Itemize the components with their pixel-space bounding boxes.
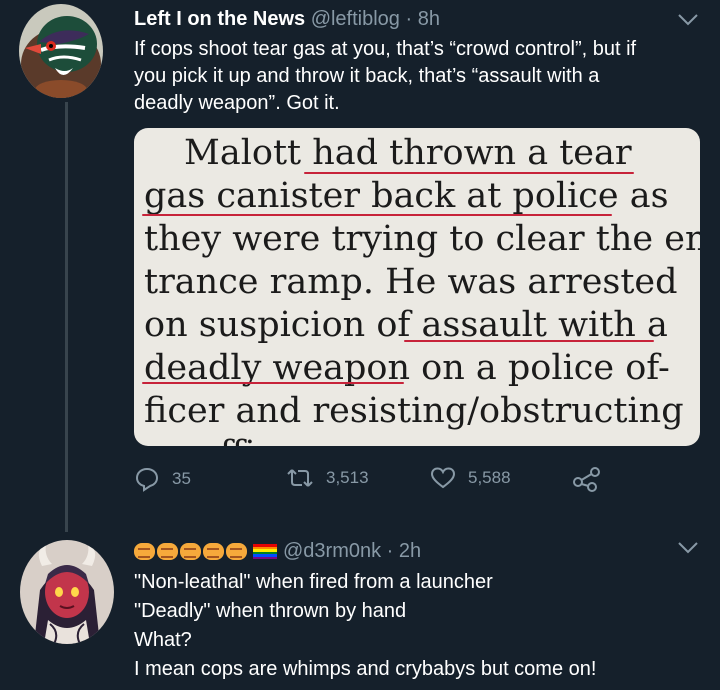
fist-emoji-icon [180, 543, 201, 560]
reply-body: "Non-leathal" when fired from a launcher… [134, 568, 596, 684]
tweet-text-line: you pick it up and throw it back, that’s… [134, 65, 600, 87]
tweet-body: If cops shoot tear gas at you, that’s “c… [134, 36, 636, 117]
reply-count: 35 [172, 469, 191, 488]
tweet-header: Left I on the News @leftiblog · 8h [134, 8, 440, 31]
timestamp[interactable]: · 8h [400, 8, 439, 30]
highlight-underline [142, 214, 612, 216]
tweet-header-2: @d3rm0nk · 2h [283, 540, 421, 563]
highlight-underline [404, 340, 654, 342]
tweet-text-line: deadly weapon”. Got it. [134, 92, 340, 114]
highlight-underline [142, 382, 404, 384]
fist-emoji-icon [226, 543, 247, 560]
share-icon [573, 467, 600, 492]
fist-emoji-icon [157, 543, 178, 560]
clipping-line: they were trying to clear the en- [144, 219, 700, 259]
like-button[interactable]: 5,588 [430, 466, 511, 490]
clipping-line: Malott had thrown a tear [184, 133, 632, 173]
thread-connector-line [65, 102, 68, 532]
display-name-emojis: @d3rm0nk · 2h [134, 540, 421, 563]
retweet-button[interactable]: 3,513 [286, 466, 369, 490]
like-count: 5,588 [468, 468, 511, 487]
chevron-down-icon[interactable] [676, 12, 700, 28]
highlight-underline [304, 172, 634, 174]
clipping-text: Malott had thrown a tear gas canister ba… [144, 132, 700, 446]
tweet-text-line: If cops shoot tear gas at you, that’s “c… [134, 38, 637, 60]
reply-text-line: What? [134, 629, 192, 651]
tweet-actions: 35 3,513 5,588 [134, 466, 634, 496]
clipping-line: gas canister back at police as [144, 176, 669, 216]
timestamp[interactable]: · 2h [381, 540, 421, 562]
clipping-line: an officer [144, 433, 700, 446]
rainbow-flag-icon [253, 544, 277, 559]
reply-text-line: "Non-leathal" when fired from a launcher [134, 571, 493, 593]
retweet-icon [287, 469, 313, 487]
reply-button[interactable]: 35 [134, 466, 191, 492]
share-button[interactable] [572, 466, 602, 492]
like-icon [430, 467, 456, 489]
retweet-count: 3,513 [326, 468, 369, 487]
fist-emoji-icon [203, 543, 224, 560]
reply-text-line: "Deadly" when thrown by hand [134, 600, 407, 622]
fist-emoji-icon [134, 543, 155, 560]
chevron-down-icon[interactable] [676, 540, 700, 556]
news-clipping-image[interactable]: Malott had thrown a tear gas canister ba… [134, 128, 700, 446]
clipping-line: ficer and resisting/obstructing [144, 391, 684, 431]
wood-duck-avatar-icon [19, 4, 103, 98]
reply-text-line: I mean cops are whimps and crybabys but … [134, 658, 597, 680]
reply-icon [135, 467, 159, 492]
user-handle[interactable]: @leftiblog [311, 8, 400, 30]
display-name[interactable]: Left I on the News [134, 8, 305, 30]
avatar-d3rm0nk[interactable] [20, 540, 114, 644]
user-handle[interactable]: @d3rm0nk [283, 540, 381, 562]
avatar-leftiblog[interactable] [19, 4, 103, 98]
anime-demon-avatar-icon [20, 540, 114, 644]
clipping-line: trance ramp. He was arrested [144, 262, 678, 302]
